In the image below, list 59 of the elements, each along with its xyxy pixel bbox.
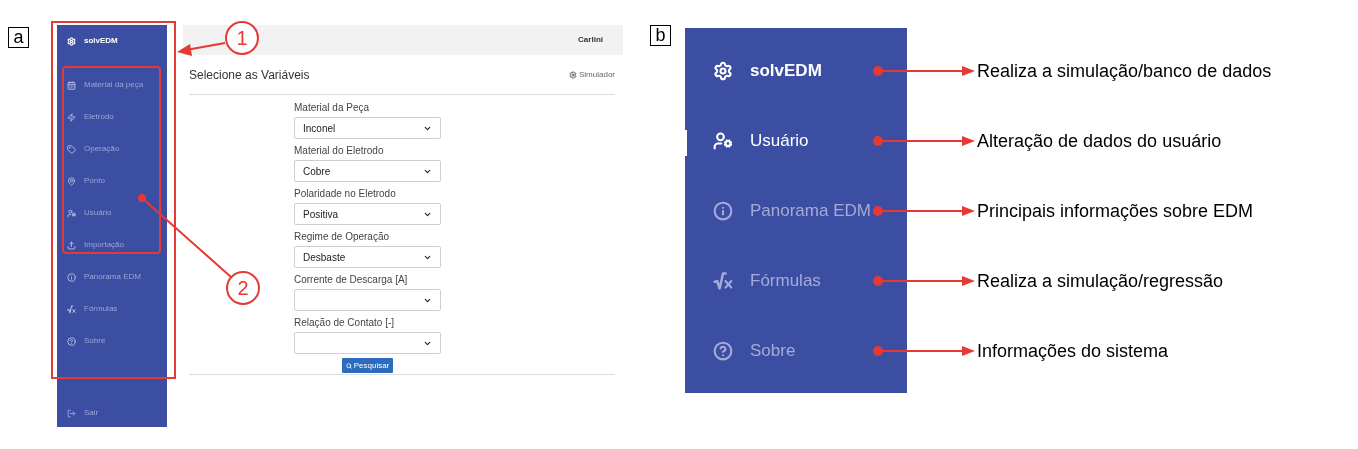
help-icon	[67, 336, 76, 346]
panel-label: b	[650, 25, 671, 46]
field-label: Polaridade no Eletrodo	[294, 187, 397, 201]
annotation-text: Realiza a simulação/banco de dados	[977, 59, 1272, 83]
logout-item[interactable]: Sair	[57, 405, 167, 421]
settings-icon	[569, 70, 577, 79]
sidebar-item[interactable]: Ponto	[57, 165, 167, 197]
upload-icon	[67, 240, 76, 250]
lightning-icon	[67, 112, 76, 122]
info-icon	[713, 201, 733, 221]
sidebar-item[interactable]: Sobre	[685, 316, 907, 386]
select-field[interactable]: Inconel	[294, 117, 441, 139]
info-icon	[67, 272, 76, 282]
panel-label: a	[8, 27, 29, 48]
sidebar-item[interactable]: Material da peça	[57, 69, 167, 101]
logout-icon	[67, 408, 76, 418]
calendar-icon	[67, 80, 76, 90]
help-icon	[713, 341, 733, 361]
user-name: Carlini	[578, 34, 603, 46]
square-root-icon	[713, 271, 733, 291]
search-icon	[345, 362, 352, 369]
select-field[interactable]: Cobre	[294, 160, 441, 182]
sidebar-item[interactable]: Panorama EDM	[685, 176, 907, 246]
annotation-text: Principais informações sobre EDM	[977, 199, 1254, 223]
simulator-link[interactable]: Simulador	[569, 68, 615, 81]
brand-name: solvEDM	[84, 35, 118, 47]
field-label: Material da Peça	[294, 101, 371, 115]
sidebar-item[interactable]: Fórmulas	[685, 246, 907, 316]
user-gear-icon	[67, 208, 76, 218]
brand-item[interactable]: solvEDM	[685, 36, 907, 106]
sidebar-item[interactable]: Fórmulas	[57, 293, 167, 325]
sidebar-item[interactable]: Usuário	[685, 106, 907, 176]
square-root-icon	[67, 304, 76, 314]
field-label: Regime de Operação	[294, 230, 391, 244]
tag-icon	[67, 144, 76, 154]
field-label: Corrente de Descarga [A]	[294, 273, 409, 287]
settings-icon	[67, 36, 76, 46]
annotation-text: Informações do sistema	[977, 339, 1169, 363]
sidebar-item[interactable]: Operação	[57, 133, 167, 165]
sidebar-item[interactable]: Sobre	[57, 325, 167, 357]
settings-icon	[713, 61, 733, 81]
annotation-text: Alteração de dados do usuário	[977, 129, 1222, 153]
callout-arrow	[177, 42, 226, 56]
sidebar-item[interactable]: Usuário	[57, 197, 167, 229]
select-field[interactable]	[294, 332, 441, 354]
search-button[interactable]: Pesquisar	[341, 358, 394, 373]
field-label: Relação de Contato [-]	[294, 316, 396, 330]
sidebar-item[interactable]: Importação	[57, 229, 167, 261]
annotation-text: Realiza a simulação/regressão	[977, 269, 1224, 293]
select-field[interactable]: Positiva	[294, 203, 441, 225]
map-pin-icon	[67, 176, 76, 186]
page-title: Selecione as Variáveis	[189, 66, 310, 84]
select-field[interactable]	[294, 289, 441, 311]
sidebar-item[interactable]: Panorama EDM	[57, 261, 167, 293]
callout-number: 2	[226, 271, 260, 305]
sidebar-item[interactable]: Eletrodo	[57, 101, 167, 133]
select-field[interactable]: Desbaste	[294, 246, 441, 268]
field-label: Material do Eletrodo	[294, 144, 385, 158]
user-gear-icon	[713, 131, 733, 151]
